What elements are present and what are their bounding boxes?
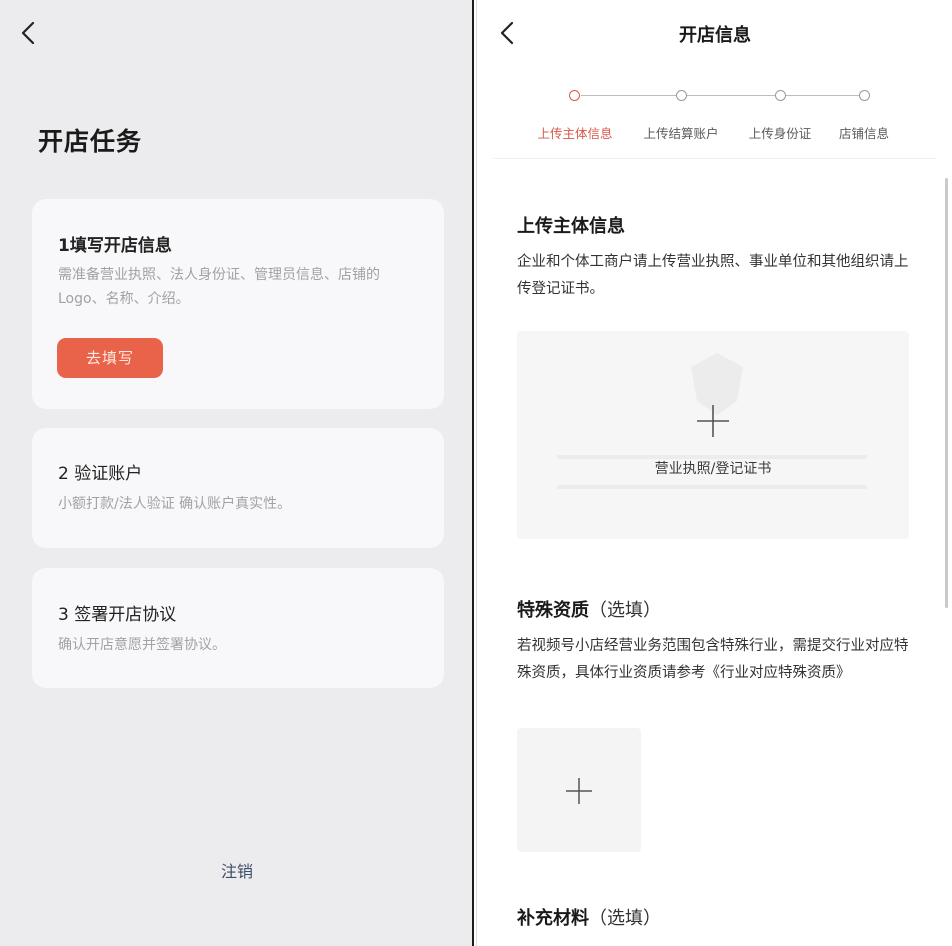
chevron-left-icon	[21, 21, 35, 45]
section-title-supplement: 补充材料（选填）	[517, 904, 661, 930]
upload-label: 营业执照/登记证书	[654, 461, 772, 477]
logout-link[interactable]: 注销	[0, 858, 472, 882]
optional-tag: （选填）	[589, 600, 661, 621]
go-fill-button[interactable]: 去填写	[57, 338, 163, 378]
plus-icon	[566, 778, 592, 804]
step-label-upload-settlement[interactable]: 上传结算账户	[643, 123, 718, 142]
step-connector	[581, 95, 676, 96]
task-card-verify-account: 2 验证账户 小额打款/法人验证 确认账户真实性。	[32, 428, 444, 548]
scrollbar[interactable]	[945, 178, 948, 608]
task-card-fill-info: 1填写开店信息 需准备营业执照、法人身份证、管理员信息、店铺的Logo、名称、介…	[32, 199, 444, 409]
section-title-text: 特殊资质	[517, 600, 589, 621]
back-button[interactable]	[16, 18, 42, 48]
step-label-upload-entity[interactable]: 上传主体信息	[537, 123, 612, 142]
task-title: 2 验证账户	[58, 464, 143, 484]
nav-title: 开店信息	[679, 25, 751, 46]
business-license-upload[interactable]: 营业执照/登记证书	[517, 331, 909, 539]
step-label-upload-id[interactable]: 上传身份证	[749, 123, 812, 142]
step-dot	[859, 90, 870, 101]
task-description: 确认开店意愿并签署协议。	[58, 637, 226, 653]
step-label-shop-info[interactable]: 店铺信息	[839, 123, 889, 142]
step-dot	[569, 90, 580, 101]
optional-tag: （选填）	[589, 908, 661, 929]
plus-icon	[697, 405, 729, 437]
task-card-sign-agreement: 3 签署开店协议 确认开店意愿并签署协议。	[32, 568, 444, 688]
section-description-main: 企业和个体工商户请上传营业执照、事业单位和其他组织请上传登记证书。	[517, 254, 909, 297]
section-description-special: 若视频号小店经营业务范围包含特殊行业，需提交行业对应特殊资质，具体行业资质请参考…	[517, 638, 909, 681]
task-description: 小额打款/法人验证 确认账户真实性。	[58, 496, 292, 512]
shop-tasks-screen: 开店任务 1填写开店信息 需准备营业执照、法人身份证、管理员信息、店铺的Logo…	[0, 0, 474, 946]
step-connector	[687, 95, 775, 96]
step-dot	[775, 90, 786, 101]
step-dot	[676, 90, 687, 101]
task-title: 3 签署开店协议	[58, 605, 177, 625]
step-connector	[786, 95, 864, 96]
page-title: 开店任务	[38, 127, 143, 156]
section-title-main: 上传主体信息	[517, 216, 625, 237]
special-qualification-upload[interactable]	[517, 728, 641, 852]
shop-info-screen: 开店信息 上传主体信息 上传结算账户 上传身份证 店铺信息 上传主体信息 企业和…	[476, 0, 952, 946]
divider	[493, 158, 936, 159]
task-description: 需准备营业执照、法人身份证、管理员信息、店铺的Logo、名称、介绍。	[58, 267, 380, 307]
section-title-special: 特殊资质（选填）	[517, 596, 661, 622]
task-title: 1填写开店信息	[58, 236, 172, 256]
section-title-text: 补充材料	[517, 908, 589, 929]
progress-stepper: 上传主体信息 上传结算账户 上传身份证 店铺信息	[477, 86, 952, 146]
